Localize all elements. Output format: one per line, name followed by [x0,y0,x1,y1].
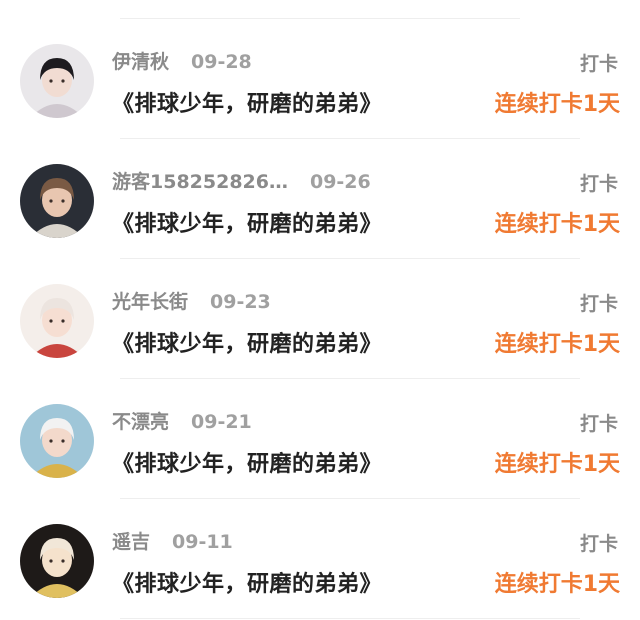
list-item[interactable]: 光年长街 09-23 《排球少年，研磨的弟弟》 打卡 连续打卡1天 [0,259,640,379]
avatar[interactable] [20,164,94,238]
avatar-long-hair-woman [20,164,94,238]
post-date: 09-23 [210,291,271,313]
user-name[interactable]: 伊清秋 [112,49,169,75]
meta-line: 不漂亮 09-21 [112,409,252,435]
avatar[interactable] [20,524,94,598]
user-name[interactable]: 游客158252826… [112,169,288,195]
streak-label: 连续打卡1天 [494,452,620,477]
post-date: 09-28 [191,51,252,73]
streak-label: 连续打卡1天 [494,332,620,357]
meta-line: 遥吉 09-11 [112,529,233,555]
list-item[interactable]: 遥吉 09-11 《排球少年，研磨的弟弟》 打卡 连续打卡1天 [0,499,640,619]
streak-label: 连续打卡1天 [494,92,620,117]
checkin-label: 打卡 [579,53,618,75]
avatar-white-hair-chibi [20,284,94,358]
post-date: 09-26 [309,171,371,193]
avatar-dark-hair-man [20,44,94,118]
checkin-label: 打卡 [579,173,618,195]
user-name[interactable]: 光年长街 [112,289,188,315]
book-title[interactable]: 《排球少年，研磨的弟弟》 [112,326,382,358]
user-name[interactable]: 不漂亮 [112,409,169,435]
checkin-label: 打卡 [579,533,618,555]
streak-label: 连续打卡1天 [494,572,620,597]
meta-line: 游客158252826… 09-26 [112,169,371,195]
checkin-list: 伊清秋 09-28 《排球少年，研磨的弟弟》 打卡 连续打卡1天 游客158252… [0,19,640,619]
checkin-label: 打卡 [579,413,618,435]
avatar[interactable] [20,404,94,478]
user-name[interactable]: 遥吉 [112,529,150,555]
avatar-light-angel [20,524,94,598]
book-title[interactable]: 《排球少年，研磨的弟弟》 [112,206,382,238]
book-title[interactable]: 《排球少年，研磨的弟弟》 [112,446,382,478]
book-title[interactable]: 《排球少年，研磨的弟弟》 [112,86,382,118]
list-item[interactable]: 不漂亮 09-21 《排球少年，研磨的弟弟》 打卡 连续打卡1天 [0,379,640,499]
list-item[interactable]: 游客158252826… 09-26 《排球少年，研磨的弟弟》 打卡 连续打卡1天 [0,139,640,259]
avatar[interactable] [20,44,94,118]
meta-line: 光年长街 09-23 [112,289,271,315]
post-date: 09-11 [172,531,233,553]
avatar[interactable] [20,284,94,358]
list-item[interactable]: 伊清秋 09-28 《排球少年，研磨的弟弟》 打卡 连续打卡1天 [0,19,640,139]
streak-label: 连续打卡1天 [494,212,620,237]
book-title[interactable]: 《排球少年，研磨的弟弟》 [112,566,382,598]
post-date: 09-21 [191,411,252,433]
meta-line: 伊清秋 09-28 [112,49,252,75]
row-divider [120,618,580,619]
avatar-fantasy-character [20,404,94,478]
checkin-label: 打卡 [579,293,618,315]
